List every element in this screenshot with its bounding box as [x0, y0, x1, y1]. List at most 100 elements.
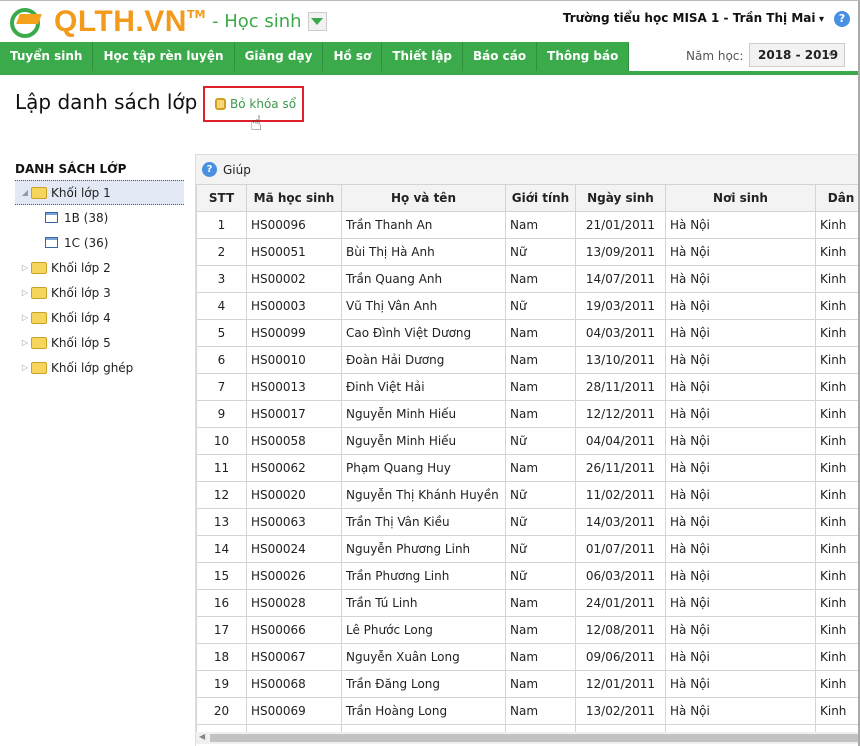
- column-header[interactable]: Giới tính: [505, 184, 576, 212]
- expand-arrow-icon[interactable]: ▷: [19, 363, 31, 372]
- table-cell: 5: [196, 319, 247, 347]
- table-cell: Hà Nội: [665, 535, 816, 563]
- table-row[interactable]: 1 HS00096 Trần Thanh An Nam 21/01/2011 Hà Nội…: [196, 211, 858, 239]
- table-cell: 10: [196, 427, 247, 455]
- table-row[interactable]: 5 HS00099 Cao Đình Việt Dương Nam 04/03/2011…: [196, 319, 858, 347]
- scroll-left-icon[interactable]: ◀: [199, 732, 205, 741]
- module-selector[interactable]: - Học sinh: [212, 11, 327, 32]
- main-nav: Tuyển sinh Học tập rèn luyện Giảng dạy H…: [0, 42, 630, 71]
- table-row[interactable]: 6 HS00010 Đoàn Hải Dương Nam 13/10/2011 Hà Nộ…: [196, 346, 858, 374]
- help-icon[interactable]: ?: [834, 11, 850, 27]
- table-cell: Nam: [505, 265, 576, 293]
- nav-hoc-tap-ren-luyen[interactable]: Học tập rèn luyện: [93, 42, 235, 71]
- expand-arrow-icon[interactable]: ▷: [19, 313, 31, 322]
- table-cell: Nam: [505, 670, 576, 698]
- table-cell: Nữ: [505, 292, 576, 320]
- tree-item[interactable]: ◢ Khối lớp 1: [15, 180, 184, 205]
- tree-item[interactable]: 1C (36): [0, 230, 190, 255]
- table-cell: 19: [196, 670, 247, 698]
- table-cell: 17: [196, 616, 247, 644]
- trademark: TM: [186, 7, 206, 21]
- tree-item[interactable]: ▷ Khối lớp 4: [0, 305, 190, 330]
- nav-giang-day[interactable]: Giảng dạy: [234, 42, 324, 71]
- table-cell: 20: [196, 697, 247, 725]
- table-row[interactable]: 19 HS00068 Trần Đăng Long Nam 12/01/2011 Hà N…: [196, 670, 858, 698]
- table-row[interactable]: 20 HS00069 Trần Hoàng Long Nam 13/02/2011 Hà …: [196, 697, 858, 725]
- table-row[interactable]: 4 HS00003 Vũ Thị Vân Anh Nữ 19/03/2011 Hà Nội…: [196, 292, 858, 320]
- table-row[interactable]: 7 HS00013 Đinh Việt Hải Nam 28/11/2011 Hà Nội…: [196, 373, 858, 401]
- table-row[interactable]: 10 HS00058 Nguyễn Minh Hiếu Nữ 04/04/2011 Hà …: [196, 427, 858, 455]
- table-cell: Nguyễn Minh Hiếu: [341, 427, 506, 455]
- table-cell: 19/03/2011: [575, 292, 666, 320]
- table-cell: Kinh: [815, 616, 858, 644]
- table-cell: 28/11/2011: [575, 373, 666, 401]
- expand-arrow-icon[interactable]: ▷: [19, 263, 31, 272]
- table-cell: 11/02/2011: [575, 481, 666, 509]
- table-cell: Nữ: [505, 535, 576, 563]
- expand-arrow-icon[interactable]: ▷: [19, 288, 31, 297]
- column-header[interactable]: Dân t: [815, 184, 858, 212]
- nav-ho-so[interactable]: Hồ sơ: [323, 42, 383, 71]
- table-cell: Kinh: [815, 346, 858, 374]
- table-cell: 12/08/2011: [575, 616, 666, 644]
- table-cell: Đoàn Hải Dương: [341, 346, 506, 374]
- horizontal-scrollbar[interactable]: ◀: [196, 732, 858, 744]
- table-row[interactable]: 9 HS00017 Nguyễn Minh Hiếu Nam 12/12/2011 Hà …: [196, 400, 858, 428]
- tree-item[interactable]: ▷ Khối lớp 3: [0, 280, 190, 305]
- table-cell: Trần Tú Linh: [341, 589, 506, 617]
- column-header[interactable]: STT: [196, 184, 247, 212]
- chevron-down-icon[interactable]: [307, 12, 327, 31]
- table-row[interactable]: 18 HS00067 Nguyễn Xuân Long Nam 09/06/2011 Hà…: [196, 643, 858, 671]
- column-header[interactable]: Ngày sinh: [575, 184, 666, 212]
- table-cell: Nữ: [505, 562, 576, 590]
- table-row[interactable]: 13 HS00063 Trần Thị Vân Kiều Nữ 14/03/2011 Hà…: [196, 508, 858, 536]
- tree-item[interactable]: ▷ Khối lớp 2: [0, 255, 190, 280]
- table-cell: Kinh: [815, 481, 858, 509]
- table-cell: 16: [196, 589, 247, 617]
- help-button[interactable]: Giúp: [223, 163, 251, 177]
- expand-arrow-icon[interactable]: ▷: [19, 338, 31, 347]
- tree-item[interactable]: ▷ Khối lớp 5: [0, 330, 190, 355]
- collapse-arrow-icon[interactable]: ◢: [19, 188, 31, 197]
- table-cell: 09/06/2011: [575, 643, 666, 671]
- logo-text: QLTH.VN: [54, 5, 187, 38]
- table-row[interactable]: 11 HS00062 Phạm Quang Huy Nam 26/11/2011 Hà N…: [196, 454, 858, 482]
- nav-thiet-lap[interactable]: Thiết lập: [382, 42, 464, 71]
- table-row[interactable]: 17 HS00066 Lê Phước Long Nam 12/08/2011 Hà Nộ…: [196, 616, 858, 644]
- table-row[interactable]: 12 HS00020 Nguyễn Thị Khánh Huyền Nữ 11/02/2…: [196, 481, 858, 509]
- table-cell: 13/10/2011: [575, 346, 666, 374]
- table-cell: Kinh: [815, 292, 858, 320]
- user-menu[interactable]: Trường tiểu học MISA 1 - Trần Thị Mai: [563, 11, 824, 25]
- column-header[interactable]: Mã học sinh: [246, 184, 342, 212]
- table-cell: 24/01/2011: [575, 589, 666, 617]
- nav-tuyen-sinh[interactable]: Tuyển sinh: [0, 42, 94, 71]
- table-cell: Kinh: [815, 373, 858, 401]
- student-table: STT Mã học sinh Họ và tên Giới tính Ngày sin…: [196, 184, 858, 732]
- table-cell: Hà Nội: [665, 400, 816, 428]
- table-cell: Hà Nội: [665, 616, 816, 644]
- student-grid-panel: ? Giúp STT Mã học sinh Họ và tên Giới tính N…: [195, 154, 858, 746]
- logo[interactable]: QLTH.VN TM: [4, 4, 205, 40]
- column-header[interactable]: Họ và tên: [341, 184, 506, 212]
- table-row[interactable]: [196, 724, 858, 732]
- school-year-select[interactable]: 2018 - 2019: [749, 41, 845, 67]
- class-list-icon: [45, 237, 58, 248]
- table-row[interactable]: 15 HS00026 Trần Phương Linh Nữ 06/03/2011 Hà …: [196, 562, 858, 590]
- help-icon[interactable]: ?: [202, 162, 217, 177]
- tree-item[interactable]: 1B (38): [0, 205, 190, 230]
- nav-bao-cao[interactable]: Báo cáo: [463, 42, 538, 71]
- table-row[interactable]: 2 HS00051 Bùi Thị Hà Anh Nữ 13/09/2011 Hà Nội…: [196, 238, 858, 266]
- column-header[interactable]: Nơi sinh: [665, 184, 816, 212]
- table-cell: Nam: [505, 454, 576, 482]
- scrollbar-thumb[interactable]: [210, 734, 858, 742]
- tree-item[interactable]: ▷ Khối lớp ghép: [0, 355, 190, 380]
- tree-item-label: 1C (36): [64, 235, 109, 250]
- table-row[interactable]: 16 HS00028 Trần Tú Linh Nam 24/01/2011 Hà Nội…: [196, 589, 858, 617]
- nav-thong-bao[interactable]: Thông báo: [537, 42, 630, 71]
- table-row[interactable]: 14 HS00024 Nguyễn Phương Linh Nữ 01/07/2011 H…: [196, 535, 858, 563]
- logo-graduation-cap-icon: [4, 4, 48, 40]
- table-cell: 04/04/2011: [575, 427, 666, 455]
- table-row[interactable]: 3 HS00002 Trần Quang Anh Nam 14/07/2011 Hà Nộ…: [196, 265, 858, 293]
- table-cell: Kinh: [815, 535, 858, 563]
- unlock-label: Bỏ khóa sổ: [230, 97, 297, 111]
